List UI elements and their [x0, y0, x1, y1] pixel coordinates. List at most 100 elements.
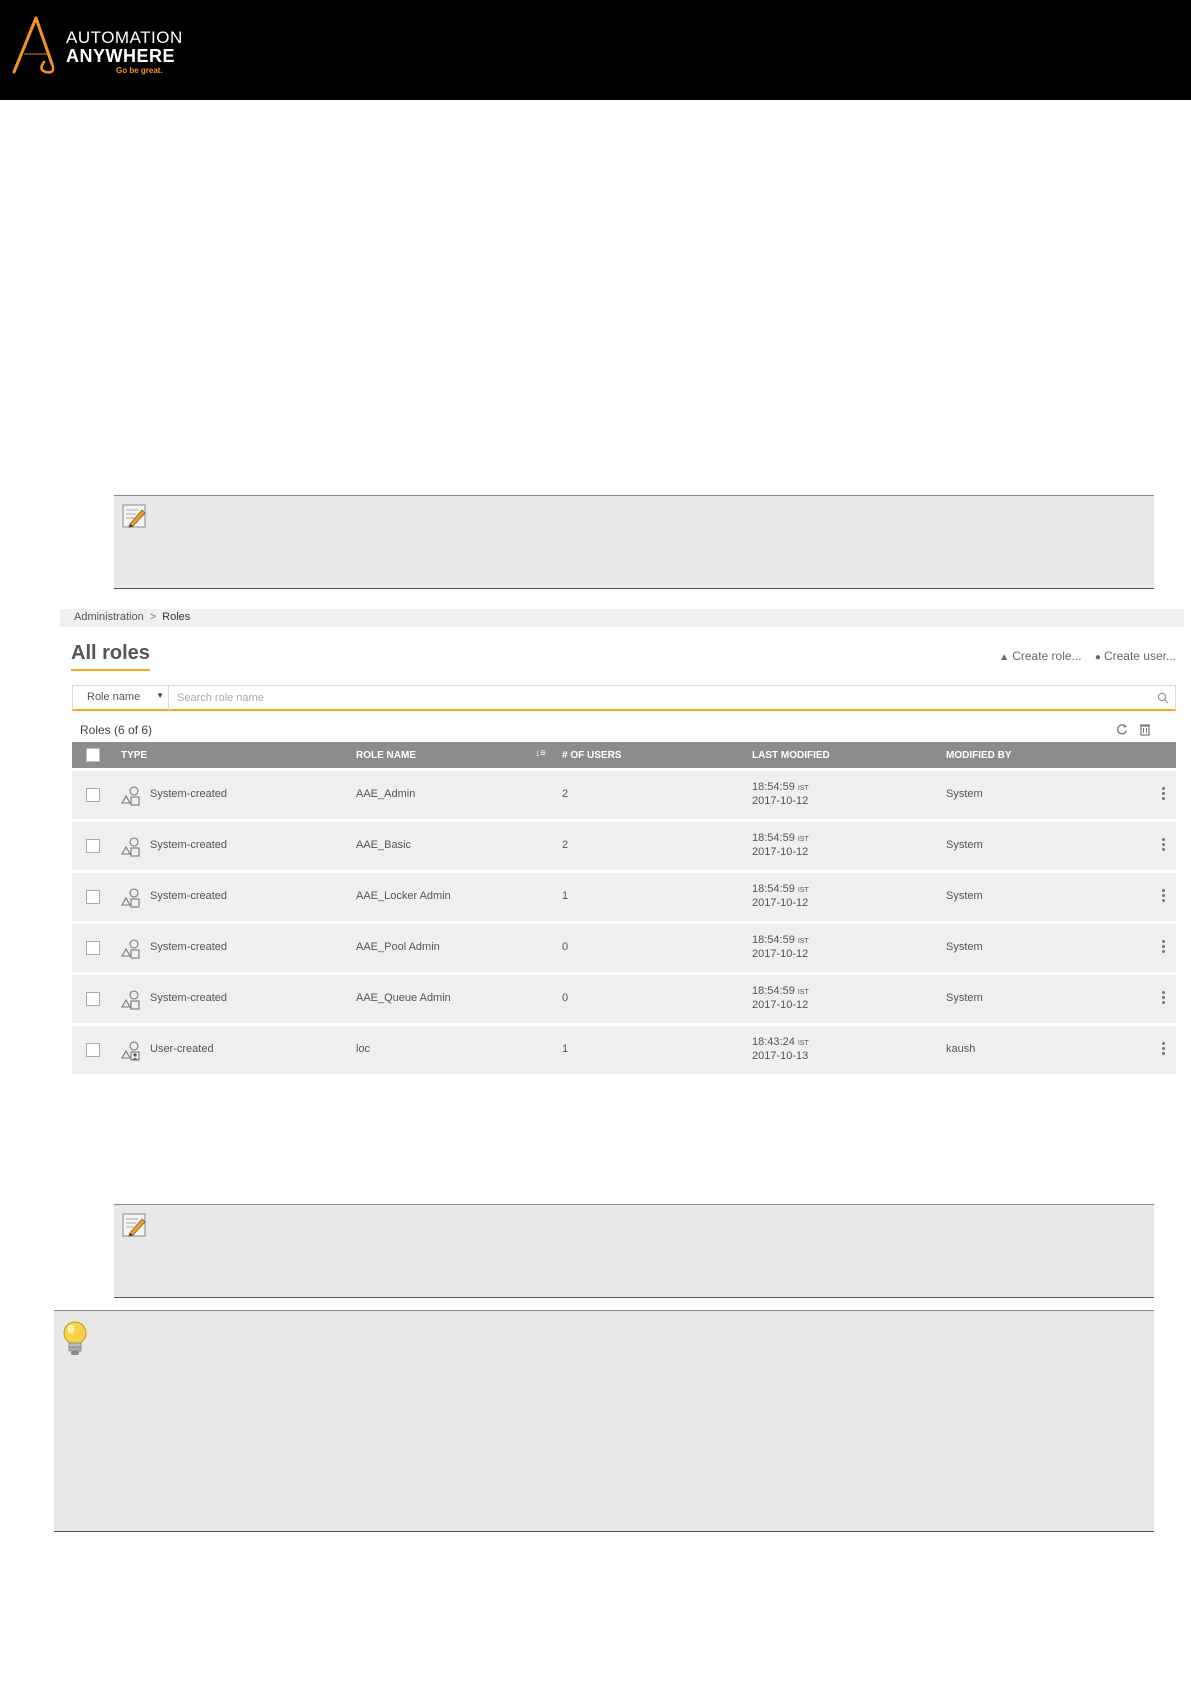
note-box — [114, 1204, 1154, 1298]
column-header-role-name[interactable]: ROLE NAME — [356, 750, 416, 761]
column-header-users[interactable]: # OF USERS — [562, 750, 621, 761]
pencil-note-icon — [122, 1213, 146, 1237]
search-filter-dropdown[interactable]: Role name ▼ — [73, 686, 169, 710]
row-time: 18:54:59 — [752, 883, 795, 895]
row-users: 2 — [562, 788, 569, 800]
row-last-modified: 18:54:59 IST 2017-10-12 — [752, 985, 809, 1012]
row-role-name[interactable]: loc — [356, 1043, 370, 1055]
table-row[interactable]: System-created AAE_Locker Admin 1 18:54:… — [72, 873, 1176, 921]
row-users: 1 — [562, 1043, 569, 1055]
row-time: 18:54:59 — [752, 832, 795, 844]
lightbulb-icon — [63, 1321, 87, 1355]
column-header-type[interactable]: TYPE — [121, 750, 147, 761]
row-time: 18:54:59 — [752, 934, 795, 946]
row-modified-by: System — [946, 941, 983, 953]
search-input[interactable] — [177, 686, 1137, 710]
top-header: AUTOMATION ANYWHERE Go be great. — [0, 0, 1191, 100]
kebab-menu-icon[interactable] — [1162, 1040, 1166, 1060]
select-all-checkbox[interactable] — [86, 748, 100, 762]
table-tools — [1110, 722, 1174, 754]
table-row[interactable]: User-created loc 1 18:43:24 IST 2017-10-13… — [72, 1026, 1176, 1074]
row-date: 2017-10-12 — [752, 897, 809, 909]
row-date: 2017-10-12 — [752, 948, 809, 960]
kebab-menu-icon[interactable] — [1162, 785, 1166, 805]
row-users: 0 — [562, 941, 569, 953]
row-role-name[interactable]: AAE_Queue Admin — [356, 992, 451, 1004]
user-icon: ● — [1094, 652, 1101, 663]
create-user-button[interactable]: ● Create user... — [1095, 649, 1176, 663]
row-role-name[interactable]: AAE_Pool Admin — [356, 941, 440, 953]
row-time: 18:54:59 — [752, 781, 795, 793]
roles-icon: ▲ — [999, 652, 1010, 663]
row-type: System-created — [150, 839, 228, 851]
create-role-button[interactable]: ▲ Create role... — [999, 649, 1081, 663]
row-timezone: IST — [797, 1040, 809, 1047]
row-checkbox[interactable] — [86, 941, 100, 955]
row-checkbox[interactable] — [86, 788, 100, 802]
table-header: TYPE ROLE NAME ↓≡ # OF USERS LAST MODIFI… — [72, 742, 1176, 768]
chevron-down-icon: ▼ — [156, 691, 164, 700]
kebab-menu-icon[interactable] — [1162, 989, 1166, 1009]
row-timezone: IST — [797, 836, 809, 843]
row-last-modified: 18:43:24 IST 2017-10-13 — [752, 1036, 809, 1063]
row-modified-by: System — [946, 839, 983, 851]
roles-count: Roles (6 of 6) — [80, 723, 153, 737]
row-timezone: IST — [797, 887, 809, 894]
page-title: All roles — [71, 642, 150, 664]
table-row[interactable]: System-created AAE_Pool Admin 0 18:54:59… — [72, 924, 1176, 972]
note-box — [114, 495, 1154, 589]
row-role-name[interactable]: AAE_Basic — [356, 839, 411, 851]
kebab-menu-icon[interactable] — [1162, 836, 1166, 856]
refresh-icon[interactable] — [1115, 722, 1129, 736]
row-checkbox[interactable] — [86, 992, 100, 1006]
tip-box — [54, 1310, 1154, 1532]
row-last-modified: 18:54:59 IST 2017-10-12 — [752, 934, 809, 961]
row-users: 2 — [562, 839, 569, 851]
table-row[interactable]: System-created AAE_Queue Admin 0 18:54:5… — [72, 975, 1176, 1023]
column-header-modified-by[interactable]: MODIFIED BY — [946, 750, 1012, 761]
row-modified-by: System — [946, 890, 983, 902]
row-modified-by: System — [946, 788, 983, 800]
roles-screen: Administration > Roles All roles ▲ Create r… — [60, 609, 1184, 1079]
logo-text-anywhere: ANYWHERE — [66, 46, 176, 66]
column-header-last-modified[interactable]: LAST MODIFIED — [752, 750, 830, 761]
row-checkbox[interactable] — [86, 839, 100, 853]
search-filter-value: Role name — [87, 691, 141, 703]
system-role-icon — [121, 888, 140, 908]
breadcrumb-administration[interactable]: Administration — [74, 611, 144, 623]
row-users: 0 — [562, 992, 569, 1004]
row-timezone: IST — [797, 989, 809, 996]
row-type: System-created — [150, 992, 228, 1004]
trash-icon[interactable] — [1138, 722, 1152, 736]
system-role-icon — [121, 939, 140, 959]
row-date: 2017-10-12 — [752, 999, 809, 1011]
system-role-icon — [121, 786, 140, 806]
kebab-menu-icon[interactable] — [1162, 938, 1166, 958]
table-row[interactable]: System-created AAE_Admin 2 18:54:59 IST 20… — [72, 771, 1176, 819]
user-role-icon — [121, 1041, 140, 1061]
sort-icon[interactable]: ↓≡ — [535, 748, 546, 759]
row-timezone: IST — [797, 785, 809, 792]
kebab-menu-icon[interactable] — [1162, 887, 1166, 907]
logo-text-automation: AUTOMATION — [66, 28, 183, 47]
logo-a-mark-icon — [12, 16, 55, 74]
row-type: System-created — [150, 941, 228, 953]
table-row[interactable]: System-created AAE_Basic 2 18:54:59 IST 20… — [72, 822, 1176, 870]
create-role-label: Create role... — [1012, 649, 1082, 663]
row-timezone: IST — [797, 938, 809, 945]
row-date: 2017-10-12 — [752, 846, 809, 858]
row-type: System-created — [150, 890, 228, 902]
row-users: 1 — [562, 890, 569, 902]
row-time: 18:43:24 — [752, 1036, 795, 1048]
row-last-modified: 18:54:59 IST 2017-10-12 — [752, 781, 809, 808]
row-last-modified: 18:54:59 IST 2017-10-12 — [752, 883, 809, 910]
row-role-name[interactable]: AAE_Locker Admin — [356, 890, 451, 902]
breadcrumb: Administration > Roles — [60, 609, 1184, 627]
title-underline — [71, 669, 150, 671]
row-checkbox[interactable] — [86, 890, 100, 904]
breadcrumb-roles: Roles — [162, 611, 191, 623]
row-checkbox[interactable] — [86, 1043, 100, 1057]
search-icon[interactable] — [1157, 692, 1169, 704]
row-role-name[interactable]: AAE_Admin — [356, 788, 415, 800]
row-date: 2017-10-13 — [752, 1050, 809, 1062]
